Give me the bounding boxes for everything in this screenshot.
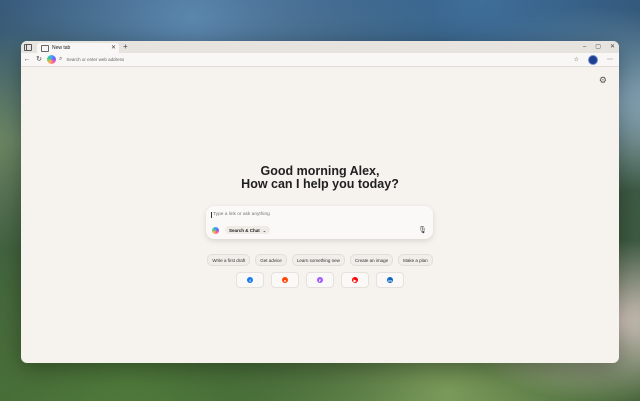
chat-composer[interactable]: Type a link or ask anything Search & Cha…	[206, 206, 433, 239]
copilot-logo-icon	[212, 226, 219, 234]
suggestion-chip[interactable]: Learn something new	[291, 254, 345, 266]
reddit-icon: ●	[282, 277, 288, 283]
figma-icon: F	[317, 277, 323, 283]
shortcut-linkedin[interactable]: in	[376, 272, 404, 288]
browser-window: New tab ✕ + – ▢ ✕ ← ↻ ⌕ Search or enter …	[21, 41, 619, 363]
maximize-button[interactable]: ▢	[595, 41, 601, 53]
close-window-button[interactable]: ✕	[610, 41, 615, 53]
tab-bar: New tab ✕ + – ▢ ✕	[21, 41, 619, 53]
chat-input[interactable]: Type a link or ask anything	[211, 212, 270, 218]
shortcut-tiles: f ● F ▶ in	[21, 272, 619, 288]
new-tab-page: ⚙ Good morning Alex, How can I help you …	[21, 67, 619, 363]
address-placeholder: Search or enter web address	[66, 57, 125, 62]
shortcut-figma[interactable]: F	[306, 272, 334, 288]
youtube-icon: ▶	[352, 277, 358, 283]
mode-select-button[interactable]: Search & Chat ⌄	[225, 226, 271, 234]
mode-row: Search & Chat ⌄	[212, 226, 271, 234]
settings-gear-icon[interactable]: ⚙	[599, 75, 607, 86]
suggestion-chip[interactable]: Write a first draft	[207, 254, 251, 266]
greeting: Good morning Alex, How can I help you to…	[21, 165, 619, 191]
refresh-button[interactable]: ↻	[33, 53, 45, 66]
microphone-icon[interactable]: 🎙	[418, 226, 427, 234]
more-options-icon[interactable]: ⋯	[607, 56, 613, 63]
favorites-icon[interactable]: ☆	[574, 56, 579, 63]
address-input[interactable]: ⌕ Search or enter web address	[59, 55, 239, 64]
sidebar-toggle-button[interactable]	[23, 41, 33, 53]
toolbar-right: ☆ ⋯	[574, 53, 613, 66]
suggestion-chips: Write a first draft Get advice Learn som…	[21, 254, 619, 266]
shortcut-facebook[interactable]: f	[236, 272, 264, 288]
window-controls: – ▢ ✕	[583, 41, 615, 53]
close-tab-icon[interactable]: ✕	[111, 44, 116, 52]
mode-label: Search & Chat	[229, 227, 260, 233]
profile-avatar[interactable]	[588, 54, 598, 65]
address-bar-row: ← ↻ ⌕ Search or enter web address ☆ ⋯	[21, 53, 619, 67]
tab-new-tab[interactable]: New tab ✕	[37, 43, 119, 53]
linkedin-icon: in	[387, 277, 393, 283]
copilot-icon[interactable]	[47, 55, 56, 64]
greeting-line-2: How can I help you today?	[241, 177, 399, 191]
tab-title: New tab	[52, 45, 71, 51]
suggestion-chip[interactable]: Make a plan	[398, 254, 433, 266]
new-tab-button[interactable]: +	[123, 41, 128, 53]
sidebar-icon	[24, 43, 32, 51]
search-icon: ⌕	[59, 56, 63, 62]
facebook-icon: f	[247, 277, 253, 283]
back-button[interactable]: ←	[21, 53, 33, 66]
shortcut-youtube[interactable]: ▶	[341, 272, 369, 288]
minimize-button[interactable]: –	[583, 41, 586, 53]
suggestion-chip[interactable]: Create an image	[349, 254, 394, 266]
tab-page-icon	[41, 44, 49, 52]
shortcut-reddit[interactable]: ●	[271, 272, 299, 288]
suggestion-chip[interactable]: Get advice	[255, 254, 287, 266]
chevron-down-icon: ⌄	[262, 227, 267, 233]
